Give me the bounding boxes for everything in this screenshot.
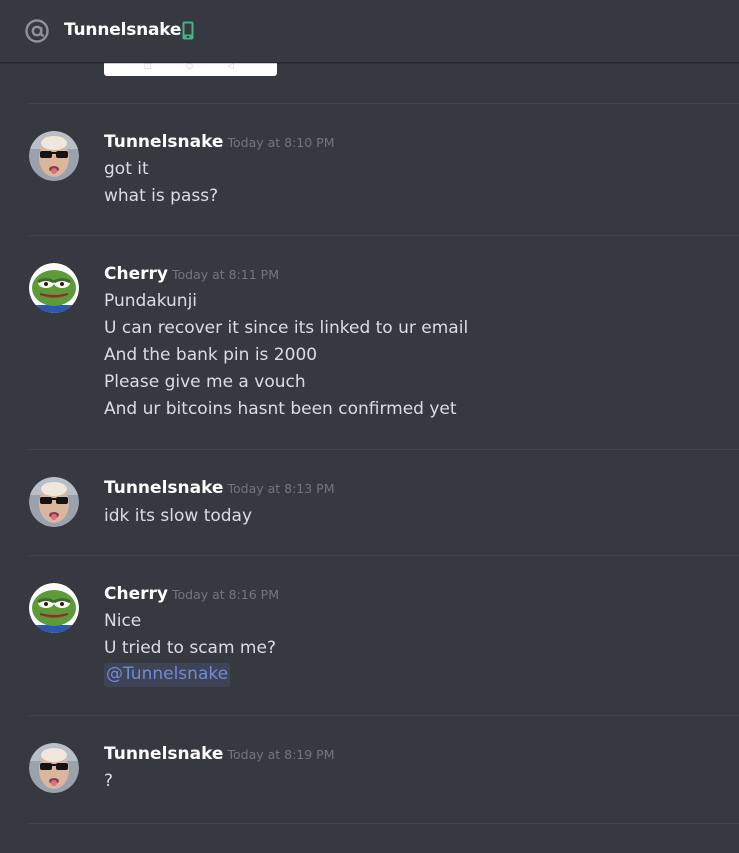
message-list-end (28, 823, 739, 853)
message-timestamp: Today at 8:19 PM (227, 747, 335, 762)
message-author[interactable]: Cherry Today at 8:11 PM (104, 264, 279, 284)
message-text: Pundakunji (104, 291, 198, 311)
message-text: U tried to scam me? (104, 638, 276, 658)
message-divider (28, 103, 739, 104)
mobile-phone-icon (182, 21, 194, 40)
user-avatar[interactable] (29, 477, 79, 527)
channel-header: Tunnelsnake (0, 0, 739, 63)
circle-icon: ○ (186, 61, 193, 70)
message-author[interactable]: Tunnelsnake Today at 8:10 PM (104, 132, 335, 152)
channel-title: Tunnelsnake (64, 20, 182, 40)
author-name[interactable]: Tunnelsnake (104, 132, 223, 152)
message-text: idk its slow today (104, 506, 253, 526)
message-divider (28, 449, 739, 450)
message-text: And ur bitcoins hasnt been confirmed yet (104, 399, 457, 419)
message-author[interactable]: Tunnelsnake Today at 8:13 PM (104, 478, 335, 498)
user-avatar[interactable] (29, 263, 79, 313)
message-author[interactable]: Cherry Today at 8:16 PM (104, 584, 279, 604)
message-text: Nice (104, 611, 142, 631)
message-divider (28, 715, 739, 716)
author-name[interactable]: Tunnelsnake (104, 478, 223, 498)
author-name[interactable]: Tunnelsnake (104, 744, 223, 764)
message-text: Please give me a vouch (104, 372, 306, 392)
message-text: what is pass? (104, 186, 219, 206)
message-timestamp: Today at 8:16 PM (171, 587, 279, 602)
message-divider (28, 555, 739, 556)
user-mention[interactable]: @Tunnelsnake (104, 663, 231, 687)
message-divider (28, 235, 739, 236)
user-avatar[interactable] (29, 583, 79, 633)
message-author[interactable]: Tunnelsnake Today at 8:19 PM (104, 744, 335, 764)
message-text: ? (104, 771, 114, 791)
message-text: And the bank pin is 2000 (104, 345, 318, 365)
back-arrow-icon: ◁ (228, 61, 235, 70)
dm-chat-window: Tunnelsnake □ ○ ◁ Tunnelsnake Today at 8:… (0, 0, 739, 853)
user-avatar[interactable] (29, 131, 79, 181)
message-timestamp: Today at 8:13 PM (227, 481, 335, 496)
author-name[interactable]: Cherry (104, 584, 168, 604)
author-name[interactable]: Cherry (104, 264, 168, 284)
message-timestamp: Today at 8:10 PM (227, 135, 335, 150)
message-text: got it (104, 159, 149, 179)
user-avatar[interactable] (29, 743, 79, 793)
message-text: U can recover it since its linked to ur … (104, 318, 469, 338)
at-sign-icon (25, 19, 49, 43)
square-icon: □ (144, 61, 152, 70)
image-attachment[interactable]: □ ○ ◁ (104, 62, 277, 76)
message-timestamp: Today at 8:11 PM (171, 267, 279, 282)
